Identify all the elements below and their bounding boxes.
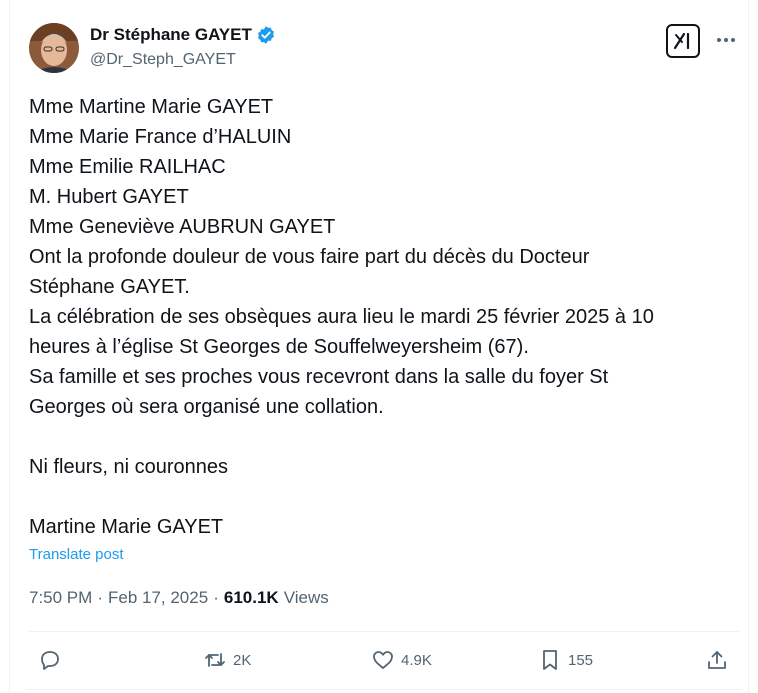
share-button[interactable] [705,648,729,672]
like-count: 4.9K [401,651,432,669]
like-button[interactable]: 4.9K [371,648,432,672]
post-line: heures à l’église St Georges de Souffelw… [29,336,529,358]
post-date[interactable]: Feb 17, 2025 [108,588,208,608]
bookmark-button[interactable]: 155 [538,648,593,672]
meta-separator: · [213,588,219,607]
post-line: Mme Emilie RAILHAC [29,156,226,178]
post-signature: Martine Marie GAYET [29,516,224,538]
divider [29,631,739,632]
translate-post-link[interactable]: Translate post [29,546,124,563]
post-line: La célébration de ses obsèques aura lieu… [29,306,654,328]
author-name-row[interactable]: Dr Stéphane GAYET [90,25,276,45]
post-line: M. Hubert GAYET [29,186,189,208]
grok-icon[interactable] [666,24,700,58]
post-line: Mme Marie France d’HALUIN [29,126,292,148]
more-options-icon[interactable] [714,26,738,54]
bookmark-icon [543,650,557,670]
verified-badge-icon [257,26,274,44]
post-line: Mme Martine Marie GAYET [29,96,274,118]
repost-icon [205,653,225,667]
post-meta: 7:50 PM · Feb 17, 2025 · 610.1K Views [29,588,329,608]
reply-button[interactable] [38,648,62,672]
repost-count: 2K [233,651,252,669]
post-closing: Ni fleurs, ni couronnes [29,456,228,478]
divider [29,689,739,690]
post-line: Mme Geneviève AUBRUN GAYET [29,216,336,238]
post-line: Sa famille et ses proches vous recevront… [29,366,609,388]
post-time[interactable]: 7:50 PM [29,588,92,608]
meta-separator: · [97,588,103,607]
heart-icon [373,651,393,669]
author-name[interactable]: Dr Stéphane GAYET [90,25,252,45]
views-count: 610.1K [223,588,279,607]
reply-icon [41,651,59,670]
repost-button[interactable]: 2K [203,648,251,672]
bookmark-count: 155 [568,651,594,669]
share-icon [708,651,726,669]
author-handle[interactable]: @Dr_Steph_GAYET [90,51,236,69]
post-line: Georges où sera organisé une collation. [29,396,384,418]
post-line: Stéphane GAYET. [29,276,190,298]
views-label: Views [283,588,329,607]
avatar[interactable] [29,23,79,73]
post-text: Mme Martine Marie GAYET Mme Marie France… [29,92,729,542]
post-line: Ont la profonde douleur de vous faire pa… [29,246,590,268]
